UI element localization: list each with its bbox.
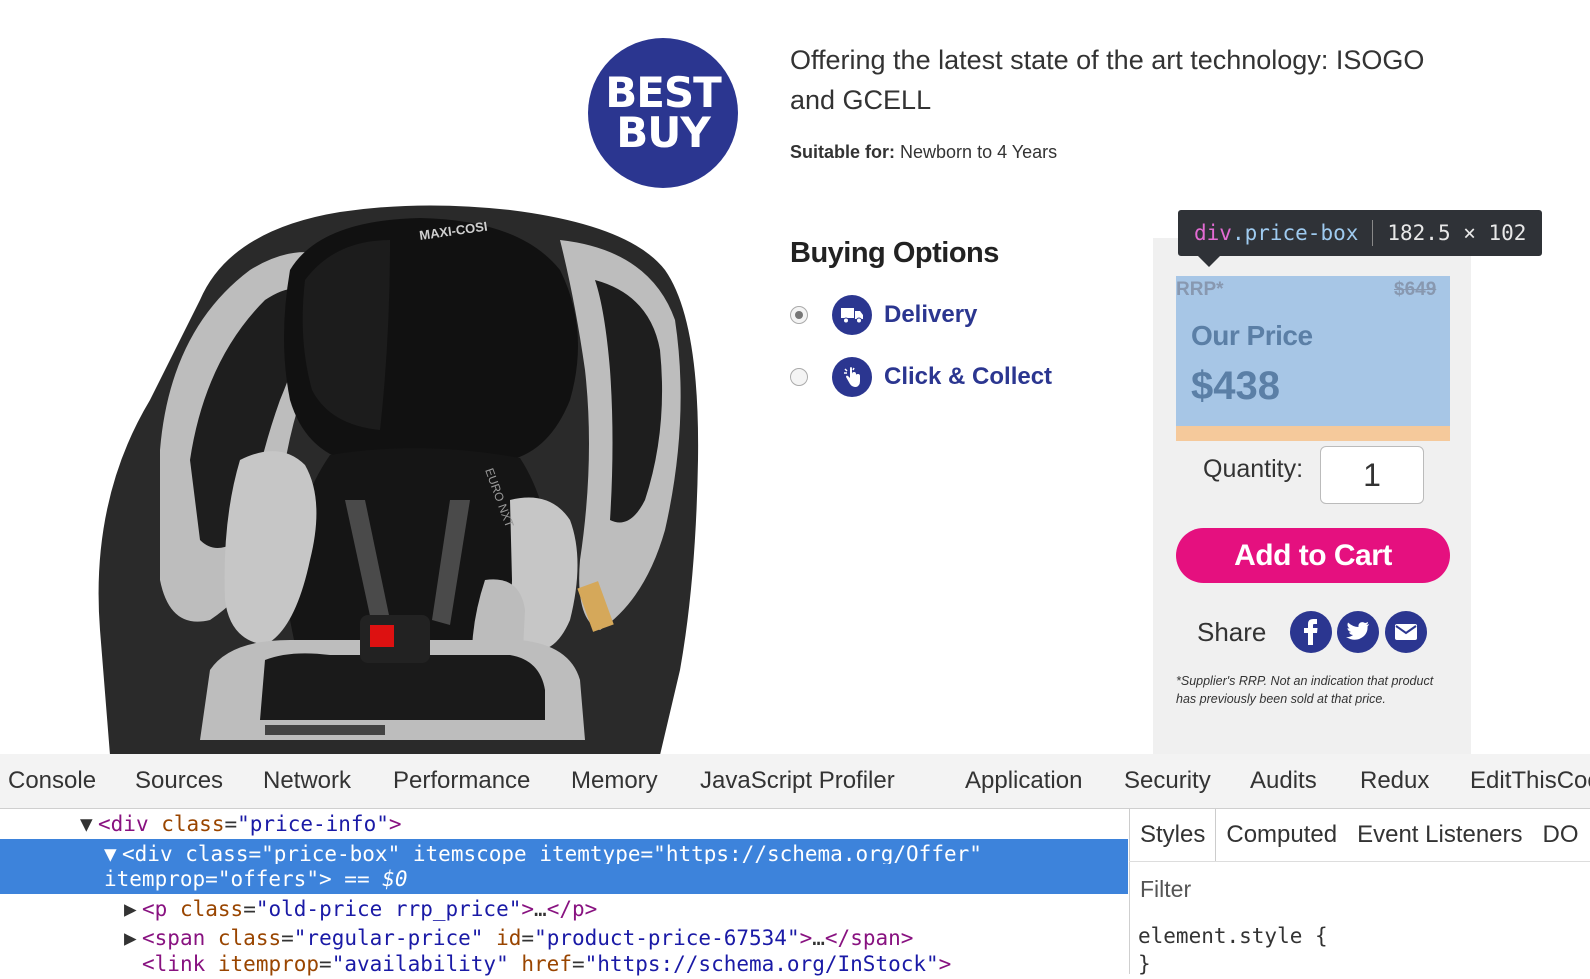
dom-tree: ▼ <div class="price-info"> ▼ <div class="p… (0, 809, 1128, 976)
facebook-icon[interactable] (1290, 611, 1332, 653)
car-seat-image: MAXI-COSI EURO NXT (98, 205, 699, 755)
truck-icon (832, 295, 872, 335)
delivery-radio[interactable] (790, 306, 808, 324)
click-collect-radio[interactable] (790, 368, 808, 386)
collapsed-triangle-icon[interactable]: ▶ (124, 894, 142, 924)
rrp-footnote: *Supplier's RRP. Not an indication that … (1176, 674, 1434, 706)
our-price-label: Our Price (1191, 320, 1313, 351)
tab-styles[interactable]: Styles (1129, 809, 1217, 861)
hand-pointer-icon (832, 357, 872, 397)
tooltip-tag: div (1194, 221, 1232, 245)
tab-network[interactable]: Network (263, 767, 351, 795)
styles-filter-input[interactable]: Filter (1140, 876, 1191, 903)
logo-line-1: BEST (605, 68, 722, 117)
dom-node-price-info[interactable]: ▼ <div class="price-info"> (0, 809, 1128, 839)
tooltip-arrow (1198, 256, 1220, 267)
logo-text: BEST BUY (605, 68, 722, 157)
dom-node-price-box-cont[interactable]: itemprop="offers"> == $0 (0, 864, 1128, 894)
devtools-tab-bar: Console Sources Network Performance Memo… (0, 754, 1590, 809)
element-style-rule[interactable]: element.style { (1138, 924, 1328, 948)
dom-node-old-price[interactable]: ▶ <p class="old-price rrp_price">…</p> (0, 894, 1128, 924)
dom-node-link-availability[interactable]: <link itemprop="availability" href="http… (0, 949, 1128, 979)
selected-node-marker: == $0 (344, 867, 408, 891)
price-box-padding-highlight (1176, 426, 1450, 441)
tab-event-listeners[interactable]: Event Listeners (1347, 809, 1532, 861)
product-headline: Offering the latest state of the art tec… (790, 45, 1425, 115)
expand-triangle-icon[interactable]: ▼ (80, 809, 98, 839)
suitable-for: Suitable for: Newborn to 4 Years (790, 142, 1057, 163)
rrp-label: RRP* (1176, 279, 1224, 300)
delivery-label: Delivery (884, 301, 978, 328)
element-style-close: } (1138, 952, 1151, 976)
add-to-cart-button[interactable]: Add to Cart (1176, 528, 1450, 583)
tab-security[interactable]: Security (1124, 767, 1211, 795)
tab-editthiscookie[interactable]: EditThisCoo (1470, 767, 1590, 795)
tab-computed[interactable]: Computed (1216, 809, 1347, 861)
tab-console[interactable]: Console (8, 767, 96, 795)
tab-sources[interactable]: Sources (135, 767, 223, 795)
tab-application[interactable]: Application (965, 767, 1082, 795)
quantity-label: Quantity: (1203, 455, 1304, 483)
option-delivery[interactable]: Delivery (790, 293, 977, 337)
option-click-collect[interactable]: Click & Collect (790, 355, 1052, 399)
our-price-value: $438 (1191, 364, 1280, 408)
share-label: Share (1197, 617, 1267, 647)
tab-performance[interactable]: Performance (393, 767, 530, 795)
tab-dom-breakpoints[interactable]: DO (1533, 809, 1589, 861)
rrp-value: $649 (1394, 279, 1437, 300)
best-buy-logo[interactable]: BEST BUY (588, 38, 738, 188)
suitable-label: Suitable for: (790, 142, 896, 162)
inspector-tooltip: div .price-box 182.5 × 102 (1178, 210, 1543, 256)
quantity-input[interactable] (1320, 446, 1424, 504)
click-collect-label: Click & Collect (884, 363, 1053, 390)
tab-javascript-profiler[interactable]: JavaScript Profiler (700, 767, 895, 795)
twitter-icon[interactable] (1337, 611, 1379, 653)
email-icon[interactable] (1385, 611, 1427, 653)
tab-memory[interactable]: Memory (571, 767, 658, 795)
tooltip-size: 182.5 × 102 (1387, 221, 1527, 245)
buying-options-title: Buying Options (790, 237, 999, 269)
suitable-value: Newborn to 4 Years (900, 142, 1058, 162)
tab-redux[interactable]: Redux (1360, 767, 1429, 795)
logo-line-2: BUY (616, 108, 711, 157)
tooltip-class: .price-box (1231, 221, 1359, 245)
tab-audits[interactable]: Audits (1250, 767, 1317, 795)
styles-tab-bar: Styles Computed Event Listeners DO (1129, 809, 1590, 862)
